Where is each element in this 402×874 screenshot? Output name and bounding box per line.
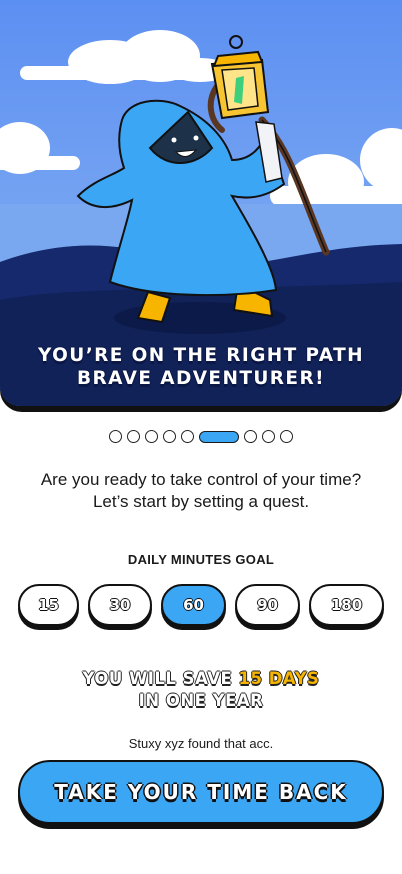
pagination-dot[interactable] [163,430,176,443]
hero-title: YOU’RE ON THE RIGHT PATH BRAVE ADVENTURE… [0,344,402,390]
hero-title-line2: BRAVE ADVENTURER! [77,368,325,389]
pagination-dot[interactable] [181,430,194,443]
minutes-option-60[interactable]: 60 [161,584,226,626]
intro-text: Are you ready to take control of your ti… [0,469,402,513]
hero-title-line1: YOU’RE ON THE RIGHT PATH [38,345,364,366]
savings-line1: YOU WILL SAVE 15 DAYS [0,668,402,690]
pagination-dot[interactable] [280,430,293,443]
minutes-option-180[interactable]: 180 [309,584,384,626]
savings-text: YOU WILL SAVE 15 DAYS IN ONE YEAR [0,668,402,712]
savings-prefix: YOU WILL SAVE [82,669,233,688]
minutes-option-30[interactable]: 30 [88,584,152,626]
pagination-dot[interactable] [145,430,158,443]
pagination-dot[interactable] [262,430,275,443]
hero-illustration: YOU’RE ON THE RIGHT PATH BRAVE ADVENTURE… [0,0,402,406]
pagination-dots [0,430,402,443]
pagination-dot[interactable] [244,430,257,443]
savings-highlight: 15 DAYS [238,669,320,688]
minutes-option-15[interactable]: 15 [18,584,79,626]
savings-line2: IN ONE YEAR [138,691,264,710]
goal-label: DAILY MINUTES GOAL [127,552,275,567]
intro-line1: Are you ready to take control of your ti… [40,470,362,489]
minutes-option-90[interactable]: 90 [235,584,300,626]
hero-banner: YOU’RE ON THE RIGHT PATH BRAVE ADVENTURE… [0,0,402,412]
intro-line2: Let’s start by setting a quest. [92,492,310,511]
source-note: Stuxy xyz found that acc. [128,736,274,751]
pagination-dot-active[interactable] [199,430,239,443]
minutes-options: 15 30 60 90 180 [18,584,384,630]
take-time-back-button[interactable]: TAKE YOUR TIME BACK [18,760,384,824]
pagination-dot[interactable] [127,430,140,443]
pagination-dot[interactable] [109,430,122,443]
